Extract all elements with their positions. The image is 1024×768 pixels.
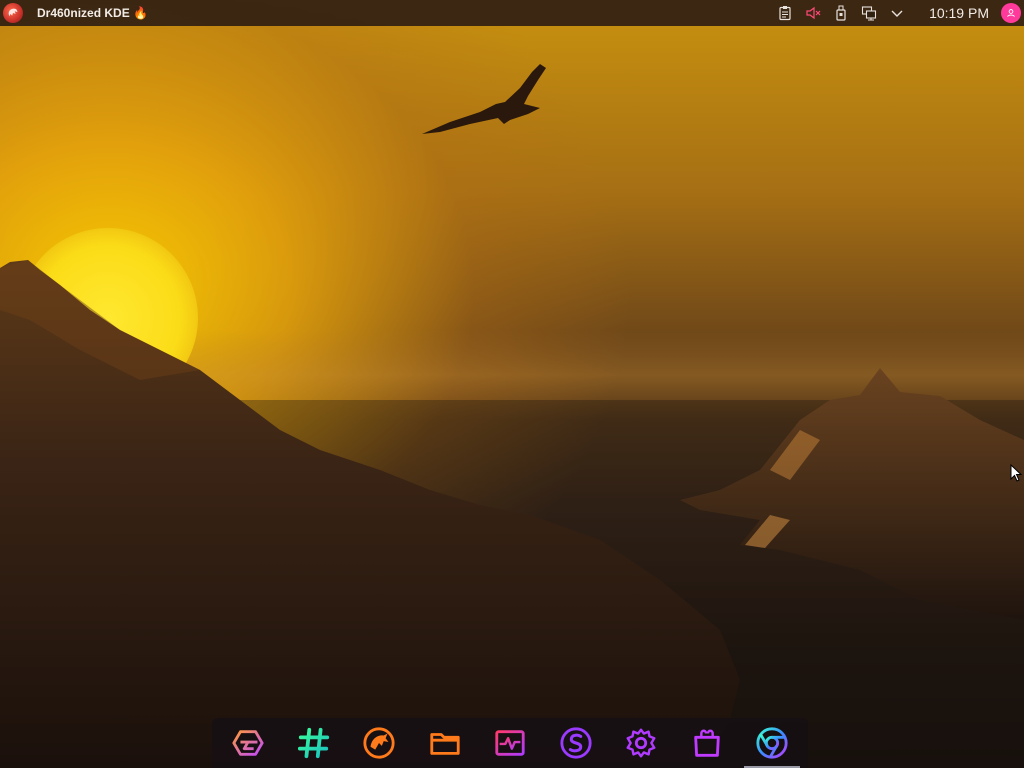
expand-arrow-icon[interactable] — [888, 4, 906, 22]
dock-item-files[interactable] — [423, 721, 467, 765]
dragon-logo-icon — [8, 8, 18, 17]
dock-item-browser[interactable] — [744, 721, 800, 768]
clock[interactable]: 10:19 PM — [929, 5, 989, 21]
dock-item-settings[interactable] — [619, 721, 663, 765]
dragon-icon — [363, 727, 395, 759]
store-bag-icon — [693, 729, 720, 757]
application-launcher[interactable] — [3, 3, 23, 23]
user-avatar-icon[interactable] — [1001, 3, 1021, 23]
dock-item-store[interactable] — [685, 721, 729, 765]
dock — [212, 718, 808, 768]
clipboard-icon[interactable] — [776, 4, 794, 22]
garuda-icon — [232, 730, 264, 756]
volume-muted-icon[interactable] — [804, 4, 822, 22]
activity-monitor-icon — [495, 730, 525, 756]
top-panel: Dr460nized KDE 🔥 10:19 PM — [0, 0, 1024, 26]
usb-device-icon[interactable] — [832, 4, 850, 22]
dock-item-s-app[interactable] — [554, 721, 598, 765]
dock-item-garuda[interactable] — [226, 721, 270, 765]
browser-icon — [756, 727, 788, 759]
gear-icon — [626, 728, 656, 758]
s-app-icon — [559, 727, 592, 759]
active-window-title: Dr460nized KDE 🔥 — [37, 6, 148, 20]
system-tray: 10:19 PM — [771, 0, 1024, 26]
folder-icon — [429, 733, 460, 755]
desktop-wallpaper — [0, 0, 1024, 768]
dock-item-dragon[interactable] — [357, 721, 401, 765]
mouse-cursor-icon — [1010, 464, 1023, 482]
dock-item-monitor[interactable] — [488, 721, 532, 765]
dock-item-hashtag[interactable] — [292, 721, 336, 765]
network-icon[interactable] — [860, 4, 878, 22]
hashtag-icon — [297, 727, 329, 759]
